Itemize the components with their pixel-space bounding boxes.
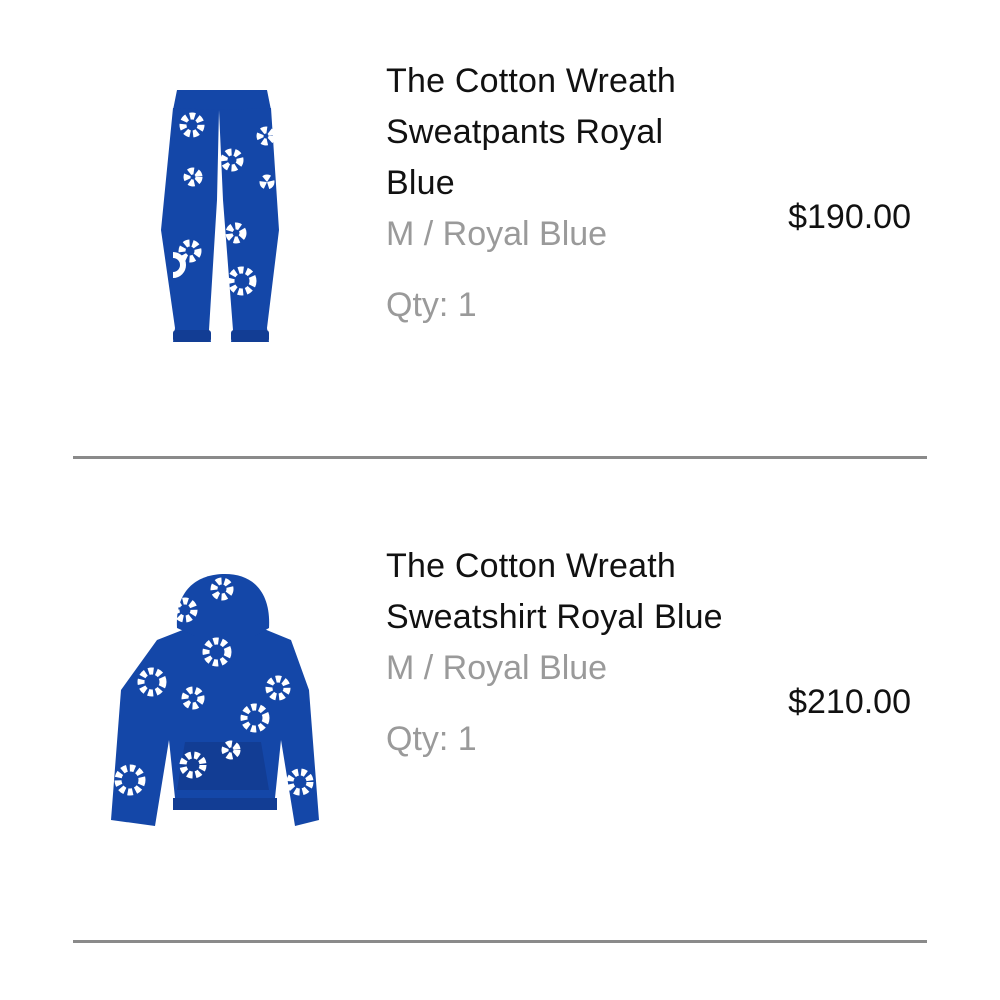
item-info: The Cotton Wreath Sweatshirt Royal Blue … bbox=[386, 541, 726, 765]
product-price: $190.00 bbox=[788, 198, 911, 236]
divider bbox=[73, 940, 927, 943]
cart-item[interactable]: The Cotton Wreath Sweatpants Royal Blue … bbox=[0, 0, 1000, 485]
hoodie-product-image[interactable] bbox=[95, 570, 335, 850]
product-title[interactable]: The Cotton Wreath Sweatshirt Royal Blue bbox=[386, 541, 726, 643]
product-title[interactable]: The Cotton Wreath Sweatpants Royal Blue bbox=[386, 56, 726, 209]
sweatpants-product-image[interactable] bbox=[95, 80, 335, 360]
product-variant: M / Royal Blue bbox=[386, 215, 608, 253]
product-variant: M / Royal Blue bbox=[386, 649, 608, 687]
divider bbox=[73, 456, 927, 459]
product-price: $210.00 bbox=[788, 683, 911, 721]
hoodie-icon bbox=[111, 574, 319, 826]
product-quantity: Qty: 1 bbox=[386, 720, 477, 758]
product-quantity: Qty: 1 bbox=[386, 286, 477, 324]
item-info: The Cotton Wreath Sweatpants Royal Blue … bbox=[386, 56, 726, 331]
sweatpants-icon bbox=[161, 90, 279, 342]
cart-item[interactable]: The Cotton Wreath Sweatshirt Royal Blue … bbox=[0, 485, 1000, 970]
